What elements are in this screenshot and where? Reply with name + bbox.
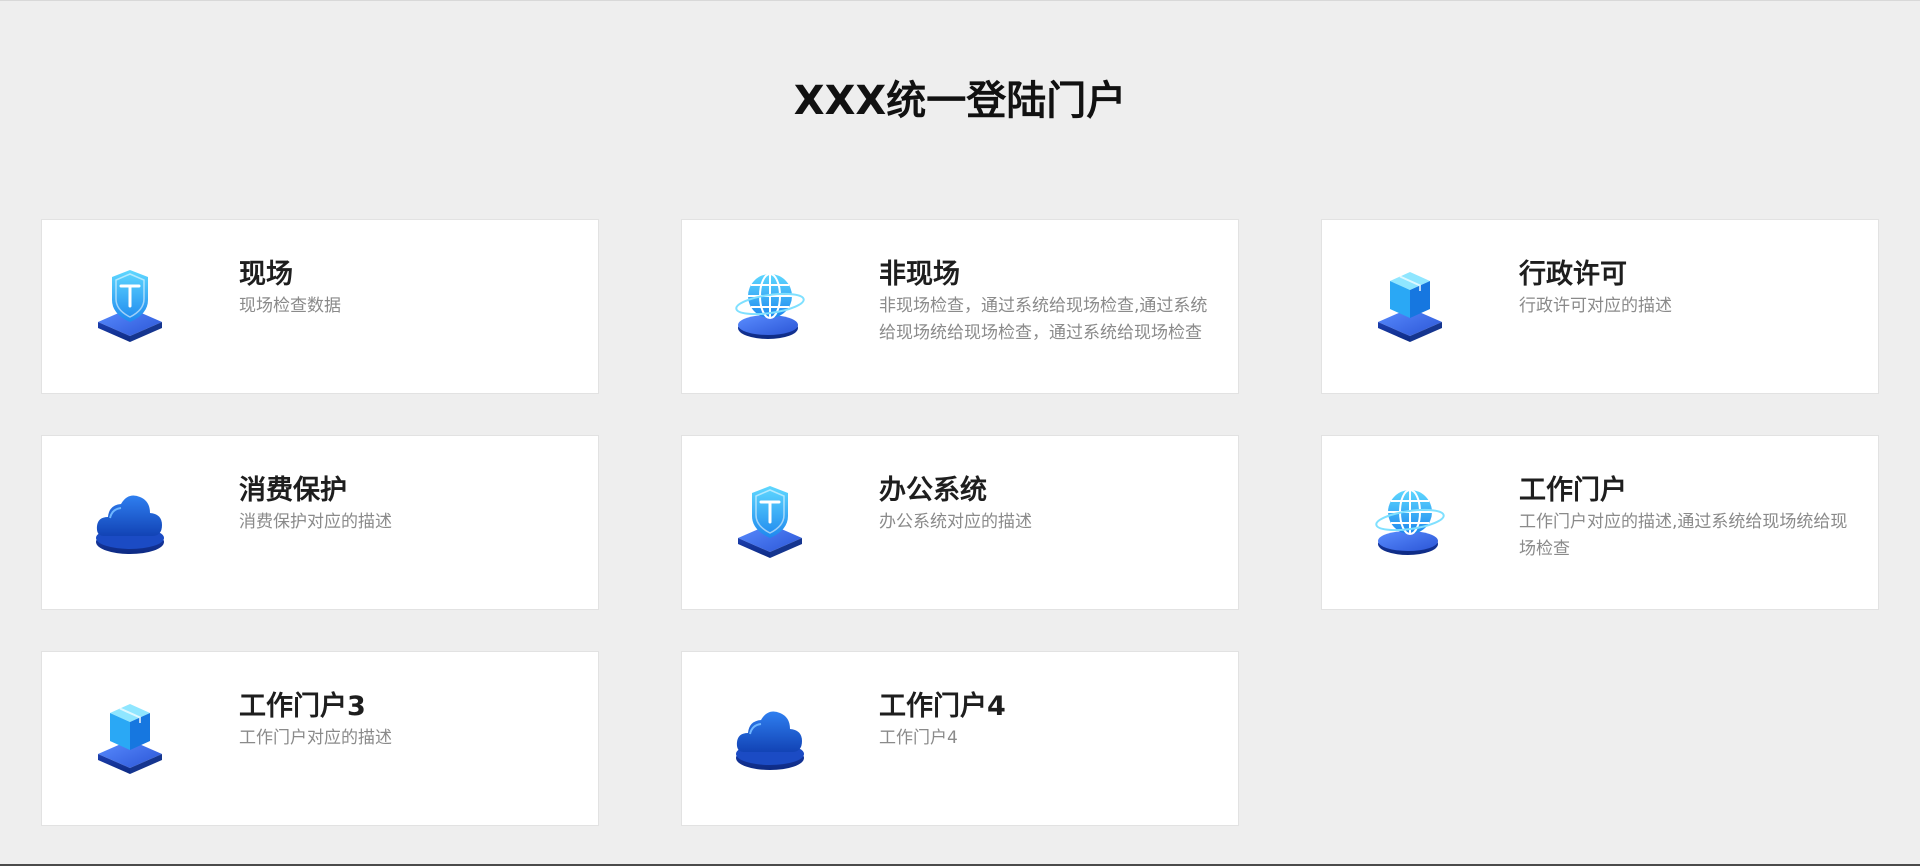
card-title: 行政许可 [1519, 259, 1627, 290]
card-title: 消费保护 [239, 475, 347, 506]
page-title: XXX统一登陆门户 [793, 78, 1127, 124]
cube-icon [90, 696, 170, 776]
card-title: 工作门户3 [239, 691, 366, 722]
portal-card-gongzuomenhu-4[interactable]: 工作门户4 工作门户4 [681, 651, 1239, 826]
portal-grid: 现场 现场检查数据 非现场 非现场检查，通过系统给现场检查,通过系统给现场统给现… [41, 219, 1879, 826]
portal-card-bangongxitong[interactable]: 办公系统 办公系统对应的描述 [681, 435, 1239, 610]
card-title: 办公系统 [879, 475, 987, 506]
card-title: 工作门户 [1519, 475, 1627, 506]
card-description: 工作门户对应的描述 [239, 728, 392, 748]
card-title: 工作门户4 [879, 691, 1006, 722]
card-description: 现场检查数据 [239, 296, 341, 316]
cloud-icon [730, 696, 810, 776]
card-title: 非现场 [879, 259, 960, 290]
card-description: 消费保护对应的描述 [239, 512, 392, 532]
cloud-icon [90, 480, 170, 560]
globe-icon [1370, 480, 1450, 560]
portal-card-gongzuomenhu-3[interactable]: 工作门户3 工作门户对应的描述 [41, 651, 599, 826]
globe-icon [730, 264, 810, 344]
card-description: 行政许可对应的描述 [1519, 296, 1672, 316]
portal-card-xingzhengxuke[interactable]: 行政许可 行政许可对应的描述 [1321, 219, 1879, 394]
portal-card-xiaofeibaohu[interactable]: 消费保护 消费保护对应的描述 [41, 435, 599, 610]
card-description: 工作门户4 [879, 728, 958, 748]
cube-icon [1370, 264, 1450, 344]
portal-card-gongzuomenhu[interactable]: 工作门户 工作门户对应的描述,通过系统给现场统给现场检查 [1321, 435, 1879, 610]
portal-card-feixianchang[interactable]: 非现场 非现场检查，通过系统给现场检查,通过系统给现场统给现场检查，通过系统给现… [681, 219, 1239, 394]
card-description: 非现场检查，通过系统给现场检查,通过系统给现场统给现场检查，通过系统给现场检查 [879, 296, 1208, 343]
shield-icon [90, 264, 170, 344]
card-description: 工作门户对应的描述,通过系统给现场统给现场检查 [1519, 512, 1848, 559]
card-description: 办公系统对应的描述 [879, 512, 1032, 532]
shield-icon [730, 480, 810, 560]
portal-card-xianchang[interactable]: 现场 现场检查数据 [41, 219, 599, 394]
card-title: 现场 [239, 259, 293, 290]
